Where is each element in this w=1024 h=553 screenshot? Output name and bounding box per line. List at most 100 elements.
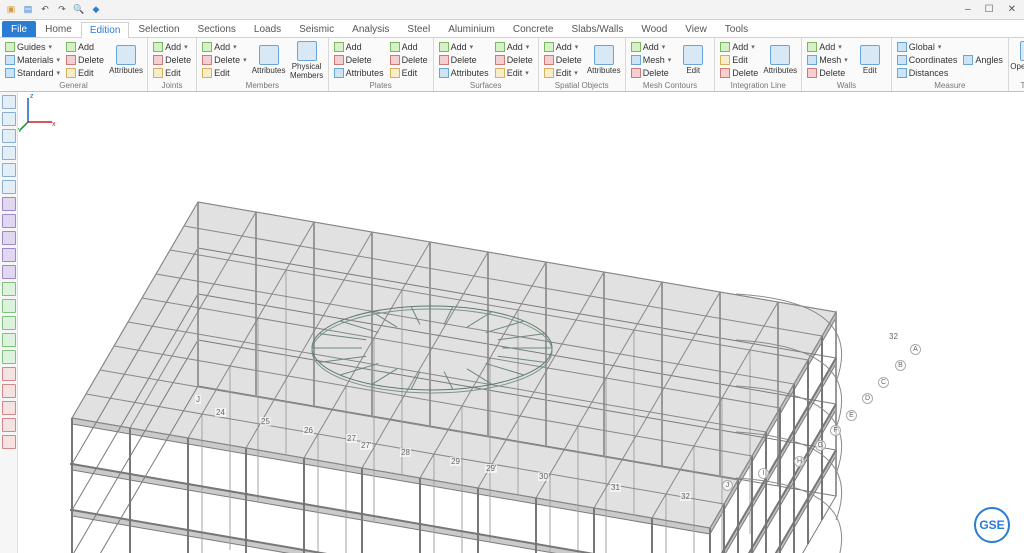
- tab-tools[interactable]: Tools: [716, 21, 757, 37]
- search-icon[interactable]: 🔍: [72, 3, 86, 17]
- group-label: Mesh Contours: [629, 80, 712, 91]
- delete-button[interactable]: Delete: [629, 66, 674, 79]
- edit-button[interactable]: Edit: [388, 66, 430, 79]
- tab-file[interactable]: File: [2, 21, 36, 37]
- cube-1-tool[interactable]: [2, 282, 16, 296]
- delete-button[interactable]: Delete: [493, 53, 535, 66]
- add-button[interactable]: Add▾: [437, 40, 491, 53]
- tab-steel[interactable]: Steel: [398, 21, 439, 37]
- standard-button[interactable]: Standard▾: [3, 66, 62, 79]
- tab-aluminium[interactable]: Aluminium: [439, 21, 504, 37]
- add-button[interactable]: Add▾: [718, 40, 760, 53]
- folder-open-icon[interactable]: ▣: [4, 3, 18, 17]
- add-button[interactable]: Add▾: [805, 40, 850, 53]
- app-icon[interactable]: ◆: [89, 3, 103, 17]
- minimize-button[interactable]: –: [961, 4, 975, 15]
- angles-button[interactable]: Angles: [961, 53, 1005, 66]
- front-view-tool[interactable]: [2, 214, 16, 228]
- edit-button[interactable]: Edit: [852, 40, 888, 80]
- panel-4-tool[interactable]: [2, 418, 16, 432]
- guides-button[interactable]: Guides▾: [3, 40, 62, 53]
- distances-button[interactable]: Distances: [895, 66, 960, 79]
- delete-button[interactable]: Delete▾: [200, 53, 249, 66]
- attributes-button[interactable]: Attributes: [762, 40, 798, 80]
- physical-members-button[interactable]: Physical Members: [289, 40, 325, 80]
- panel-3-tool[interactable]: [2, 401, 16, 415]
- add-button[interactable]: Add▾: [493, 40, 535, 53]
- add-button[interactable]: Add▾: [542, 40, 584, 53]
- group-label: Measure: [895, 80, 1005, 91]
- maximize-button[interactable]: ☐: [981, 4, 998, 15]
- top-view-tool[interactable]: [2, 248, 16, 262]
- tab-selection[interactable]: Selection: [129, 21, 188, 37]
- zoom-window-tool[interactable]: [2, 180, 16, 194]
- side-view-tool[interactable]: [2, 231, 16, 245]
- zoom-extents-tool[interactable]: [2, 163, 16, 177]
- undo-icon[interactable]: ↶: [38, 3, 52, 17]
- add-button[interactable]: Add: [332, 40, 386, 53]
- edit-button[interactable]: Edit: [64, 66, 106, 79]
- attributes-button[interactable]: Attributes: [251, 40, 287, 80]
- tab-slabs-walls[interactable]: Slabs/Walls: [562, 21, 632, 37]
- grid-label-bottom: 31: [610, 483, 621, 492]
- globe-tool[interactable]: [2, 112, 16, 126]
- grid-tool[interactable]: [2, 333, 16, 347]
- circle-tool[interactable]: [2, 129, 16, 143]
- tab-seismic[interactable]: Seismic: [290, 21, 343, 37]
- operations-button[interactable]: Operations ▾: [1012, 40, 1024, 80]
- panel-5-tool[interactable]: [2, 435, 16, 449]
- edit-button[interactable]: Edit▾: [542, 66, 584, 79]
- attributes-button[interactable]: Attributes: [586, 40, 622, 80]
- delete-button[interactable]: Delete: [332, 53, 386, 66]
- add-button[interactable]: Add: [64, 40, 106, 53]
- delete-button[interactable]: Delete: [388, 53, 430, 66]
- tab-sections[interactable]: Sections: [189, 21, 245, 37]
- cube-2-tool[interactable]: [2, 299, 16, 313]
- add-button[interactable]: Add▾: [151, 40, 193, 53]
- mesh-button[interactable]: Mesh▾: [805, 53, 850, 66]
- iso-view-tool[interactable]: [2, 197, 16, 211]
- tab-view[interactable]: View: [676, 21, 716, 37]
- edit-button[interactable]: Edit: [675, 40, 711, 80]
- viewport-3d[interactable]: J2425262727'282929'30313232ABCDEFGHIJ z …: [18, 92, 1024, 553]
- crosshair-tool[interactable]: [2, 350, 16, 364]
- redo-icon[interactable]: ↷: [55, 3, 69, 17]
- tab-loads[interactable]: Loads: [245, 21, 290, 37]
- delete-button[interactable]: Delete: [542, 53, 584, 66]
- cube-3-tool[interactable]: [2, 316, 16, 330]
- edit-button[interactable]: Edit: [151, 66, 193, 79]
- panel-1-tool[interactable]: [2, 367, 16, 381]
- perspective-tool[interactable]: [2, 265, 16, 279]
- save-icon[interactable]: ▤: [21, 3, 35, 17]
- tab-edition[interactable]: Edition: [81, 22, 130, 38]
- attributes-button[interactable]: Attributes: [437, 66, 491, 79]
- edit-button[interactable]: Edit▾: [493, 66, 535, 79]
- attributes-button[interactable]: Attributes: [332, 66, 386, 79]
- grid-label-bottom: 29: [450, 457, 461, 466]
- add-button[interactable]: Add▾: [200, 40, 249, 53]
- tab-concrete[interactable]: Concrete: [504, 21, 563, 37]
- add-button[interactable]: Add▾: [629, 40, 674, 53]
- tab-home[interactable]: Home: [36, 21, 81, 37]
- edit-button[interactable]: Edit: [200, 66, 249, 79]
- group-label: Walls: [805, 80, 888, 91]
- delete-button[interactable]: Delete: [151, 53, 193, 66]
- edit-button[interactable]: Edit: [718, 53, 760, 66]
- cursor-tool[interactable]: [2, 95, 16, 109]
- delete-button[interactable]: Delete: [437, 53, 491, 66]
- materials-button[interactable]: Materials▾: [3, 53, 62, 66]
- tab-analysis[interactable]: Analysis: [343, 21, 398, 37]
- delete-button[interactable]: Delete: [718, 66, 760, 79]
- grid-label-bottom: 32: [680, 492, 691, 501]
- attributes-button[interactable]: Attributes: [108, 40, 144, 80]
- dot-tool[interactable]: [2, 146, 16, 160]
- tab-wood[interactable]: Wood: [632, 21, 676, 37]
- add-button[interactable]: Add: [388, 40, 430, 53]
- delete-button[interactable]: Delete: [64, 53, 106, 66]
- coordinates-button[interactable]: Coordinates: [895, 53, 960, 66]
- delete-button[interactable]: Delete: [805, 66, 850, 79]
- global-button[interactable]: Global▾: [895, 40, 960, 53]
- close-button[interactable]: ✕: [1004, 4, 1020, 15]
- panel-2-tool[interactable]: [2, 384, 16, 398]
- mesh-button[interactable]: Mesh▾: [629, 53, 674, 66]
